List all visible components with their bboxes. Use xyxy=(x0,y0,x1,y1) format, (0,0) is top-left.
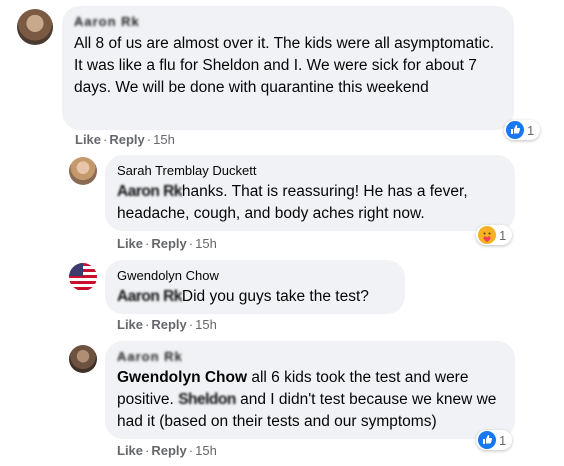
reply-button[interactable]: Reply xyxy=(109,132,144,147)
separator: · xyxy=(145,236,150,251)
reaction-summary[interactable]: 1 xyxy=(476,225,513,245)
comment-bubble: Aaron Rk All 8 of us are almost over it.… xyxy=(62,6,514,130)
reply-button[interactable]: Reply xyxy=(151,443,186,458)
avatar[interactable] xyxy=(17,9,53,45)
reaction-count: 1 xyxy=(499,227,507,243)
timestamp[interactable]: 15h xyxy=(195,443,217,458)
separator: · xyxy=(103,132,108,147)
reaction-count: 1 xyxy=(527,122,535,138)
comment-author[interactable]: Gwendolyn Chow xyxy=(117,268,393,284)
comment-actions: Like · Reply · 15h xyxy=(117,317,217,333)
comment-text-body: and I didn't test because we knew we had… xyxy=(117,391,497,430)
care-icon xyxy=(478,226,496,244)
like-button[interactable]: Like xyxy=(117,236,143,251)
like-icon xyxy=(478,431,496,449)
comment-actions: Like · Reply · 15h xyxy=(117,236,217,252)
comment-author[interactable]: Aaron Rk xyxy=(117,349,503,365)
reaction-summary[interactable]: 1 xyxy=(476,430,513,450)
avatar[interactable] xyxy=(69,157,97,185)
mention-link[interactable]: Gwendolyn Chow xyxy=(117,369,247,386)
like-button[interactable]: Like xyxy=(75,132,101,147)
comment-text-body: Did you guys take the test? xyxy=(181,288,369,305)
avatar[interactable] xyxy=(69,345,97,373)
comment-actions: Like · Reply · 15h xyxy=(75,132,175,148)
like-icon xyxy=(506,121,524,139)
comment-author[interactable]: Aaron Rk xyxy=(74,14,502,30)
comment-author[interactable]: Sarah Tremblay Duckett xyxy=(117,163,503,179)
reaction-count: 1 xyxy=(499,432,507,448)
reaction-summary[interactable]: 1 xyxy=(504,120,541,140)
reply-button[interactable]: Reply xyxy=(151,236,186,251)
tagged-user[interactable]: Sheldon xyxy=(178,389,236,411)
avatar[interactable] xyxy=(69,263,97,291)
separator: · xyxy=(188,443,194,458)
separator: · xyxy=(146,132,152,147)
comment-text: Aaron Rkhanks. That is reassuring! He ha… xyxy=(117,181,503,225)
separator: · xyxy=(188,317,194,332)
separator: · xyxy=(188,236,194,251)
comment-bubble: Sarah Tremblay Duckett Aaron Rkhanks. Th… xyxy=(105,155,515,231)
comment-text: All 8 of us are almost over it. The kids… xyxy=(74,35,495,96)
flag-canton xyxy=(69,263,83,276)
comment-bubble: Aaron Rk Gwendolyn Chow all 6 kids took … xyxy=(105,341,515,439)
tagged-user[interactable]: Aaron Rk xyxy=(117,181,182,203)
timestamp[interactable]: 15h xyxy=(153,132,175,147)
comment-actions: Like · Reply · 15h xyxy=(117,443,217,459)
tagged-user[interactable]: Aaron Rk xyxy=(117,286,182,308)
separator: · xyxy=(145,443,150,458)
reply-button[interactable]: Reply xyxy=(151,317,186,332)
comment-text: Gwendolyn Chow all 6 kids took the test … xyxy=(117,367,503,433)
comment-text: Aaron RkDid you guys take the test? xyxy=(117,286,393,308)
like-button[interactable]: Like xyxy=(117,443,143,458)
separator: · xyxy=(145,317,150,332)
timestamp[interactable]: 15h xyxy=(195,317,217,332)
timestamp[interactable]: 15h xyxy=(195,236,217,251)
comment-bubble: Gwendolyn Chow Aaron RkDid you guys take… xyxy=(105,260,405,314)
like-button[interactable]: Like xyxy=(117,317,143,332)
